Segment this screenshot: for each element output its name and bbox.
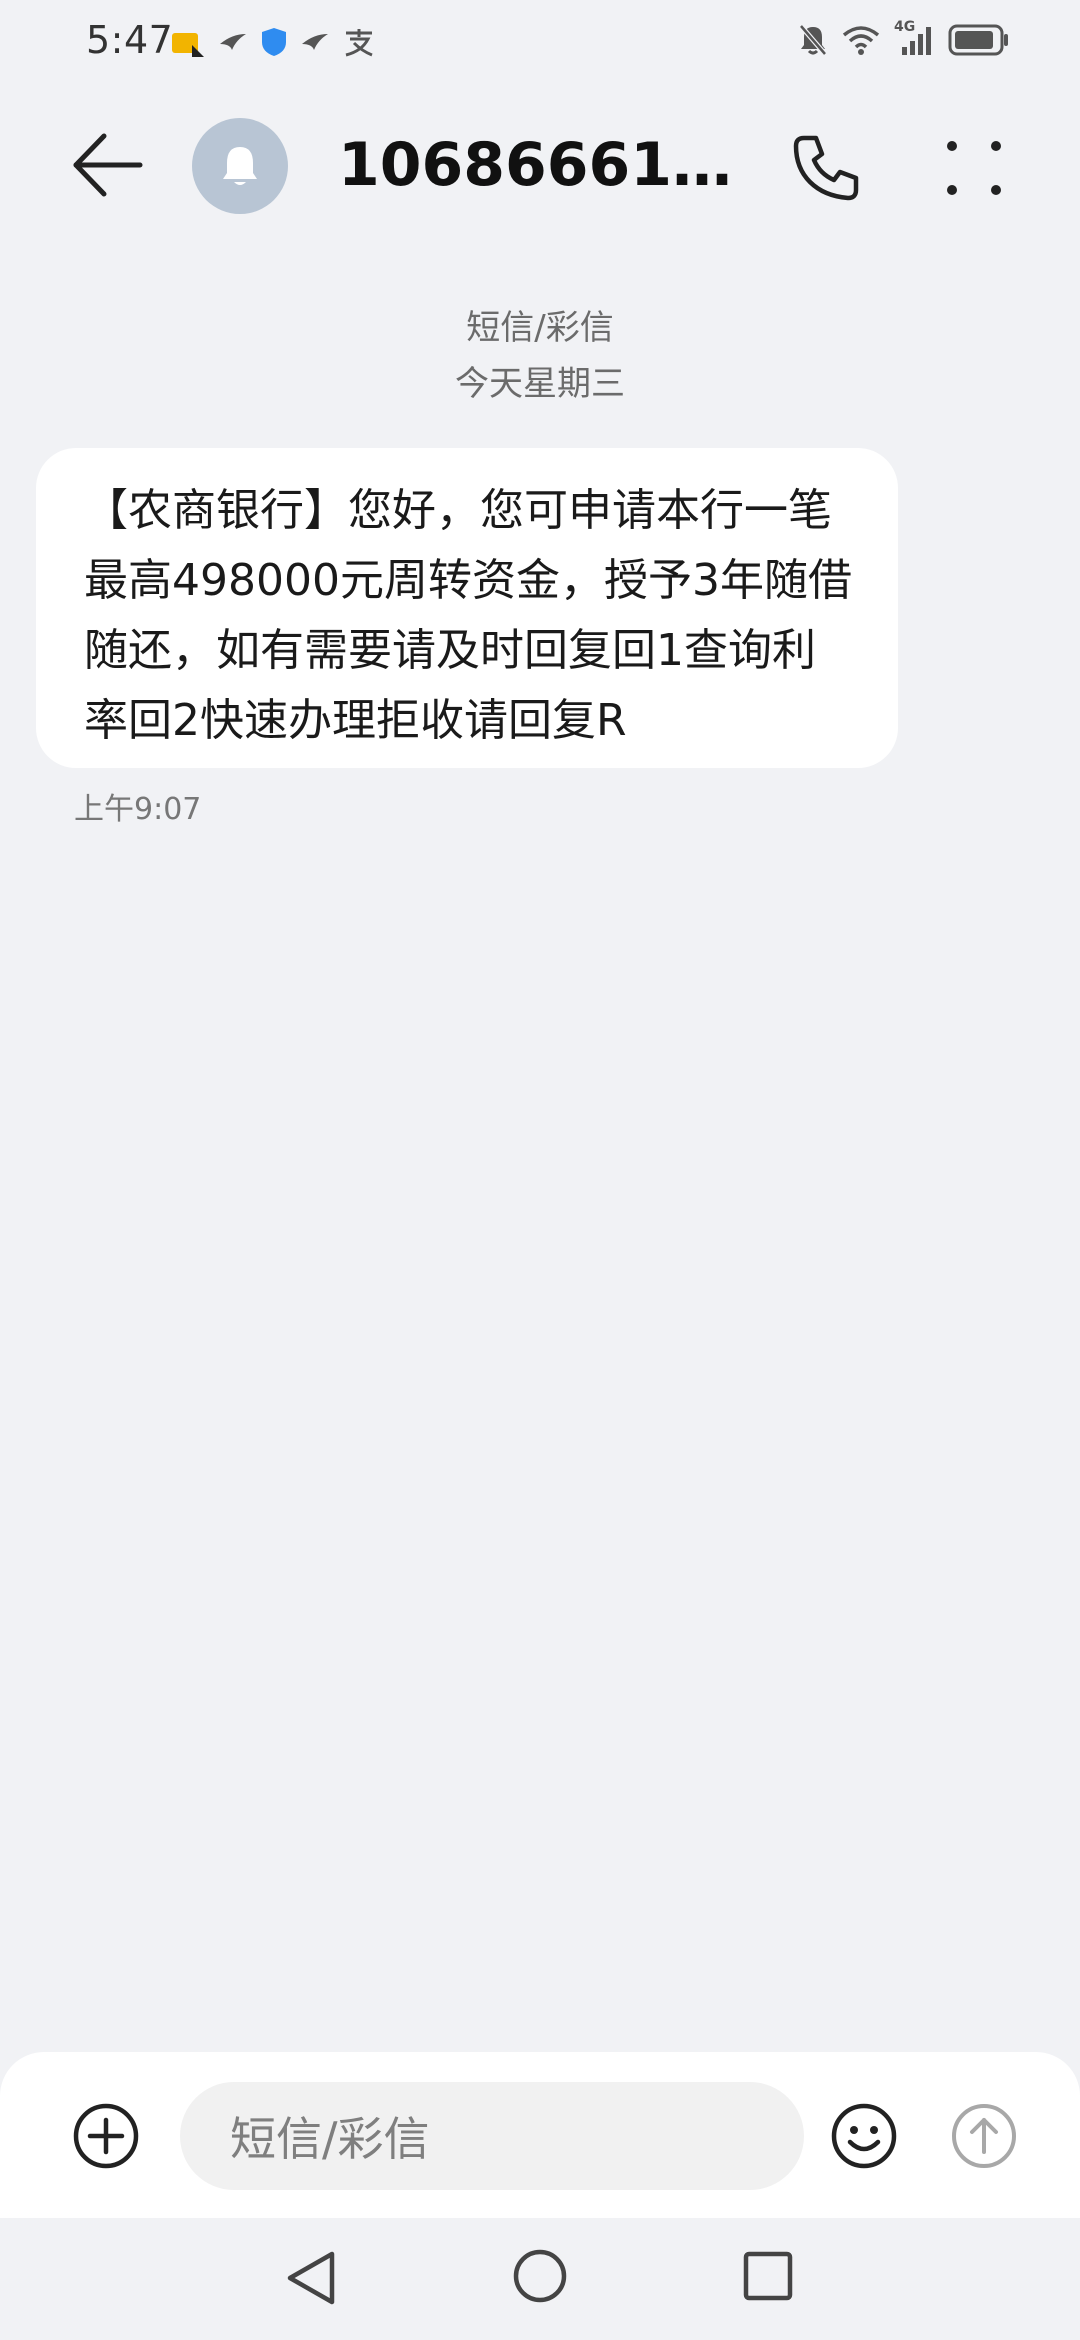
nav-home-icon [513, 2249, 567, 2303]
bird-notification-icon-2 [302, 34, 328, 50]
app-notification-icon [172, 33, 204, 57]
status-bar: 5:47 4G [0, 0, 1080, 80]
send-button[interactable] [950, 2102, 1018, 2170]
message-input[interactable]: 短信/彩信 [180, 2082, 804, 2190]
message-composer: 短信/彩信 [0, 2052, 1080, 2218]
thread-type-label: 短信/彩信 [466, 308, 614, 348]
contact-name[interactable]: 1068666100... [338, 130, 758, 200]
message-text: 【农商银行】您好，您可申请本行一笔最高498000元周转资金，授予3年随借随还，… [84, 485, 852, 746]
sms-thread-screen: 5:47 4G 1068666100 短信/彩信 今天星期三 【农商银行】您好，… [0, 0, 1080, 2340]
mute-bell-icon [799, 24, 827, 56]
more-options-button[interactable] [940, 134, 1008, 202]
status-time: 5:47 [86, 18, 174, 62]
back-button[interactable] [70, 130, 146, 200]
bird-notification-icon [220, 34, 246, 50]
nav-back-icon [287, 2251, 335, 2305]
add-attachment-button[interactable] [72, 2102, 140, 2170]
nav-recents-icon [743, 2251, 793, 2301]
battery-icon [948, 24, 1008, 56]
nav-home-button[interactable] [512, 2248, 568, 2304]
conversation-header: 1068666100... [0, 110, 1080, 220]
back-arrow-icon [73, 133, 143, 197]
shield-notification-icon [262, 28, 286, 56]
message-time: 上午9:07 [74, 792, 202, 827]
emoji-button[interactable] [830, 2102, 898, 2170]
system-status-icons: 4G [798, 18, 1010, 62]
notification-icons [170, 22, 376, 62]
bell-icon [223, 147, 257, 185]
wifi-icon [842, 26, 880, 55]
cellular-signal-icon: 4G [894, 19, 934, 57]
system-navigation-bar [0, 2218, 1080, 2340]
smiley-icon [831, 2103, 897, 2169]
phone-icon [793, 135, 859, 201]
alipay-notification-icon [345, 29, 373, 57]
message-bubble[interactable]: 【农商银行】您好，您可申请本行一笔最高498000元周转资金，授予3年随借随还，… [36, 448, 898, 768]
nav-recents-button[interactable] [742, 2250, 794, 2302]
more-dots-icon [947, 141, 1001, 195]
thread-date-label: 今天星期三 [455, 364, 625, 404]
nav-back-button[interactable] [282, 2248, 338, 2308]
plus-circle-icon [73, 2103, 139, 2169]
contact-avatar[interactable] [192, 118, 288, 214]
send-arrow-icon [952, 2104, 1016, 2168]
call-button[interactable] [790, 130, 864, 204]
